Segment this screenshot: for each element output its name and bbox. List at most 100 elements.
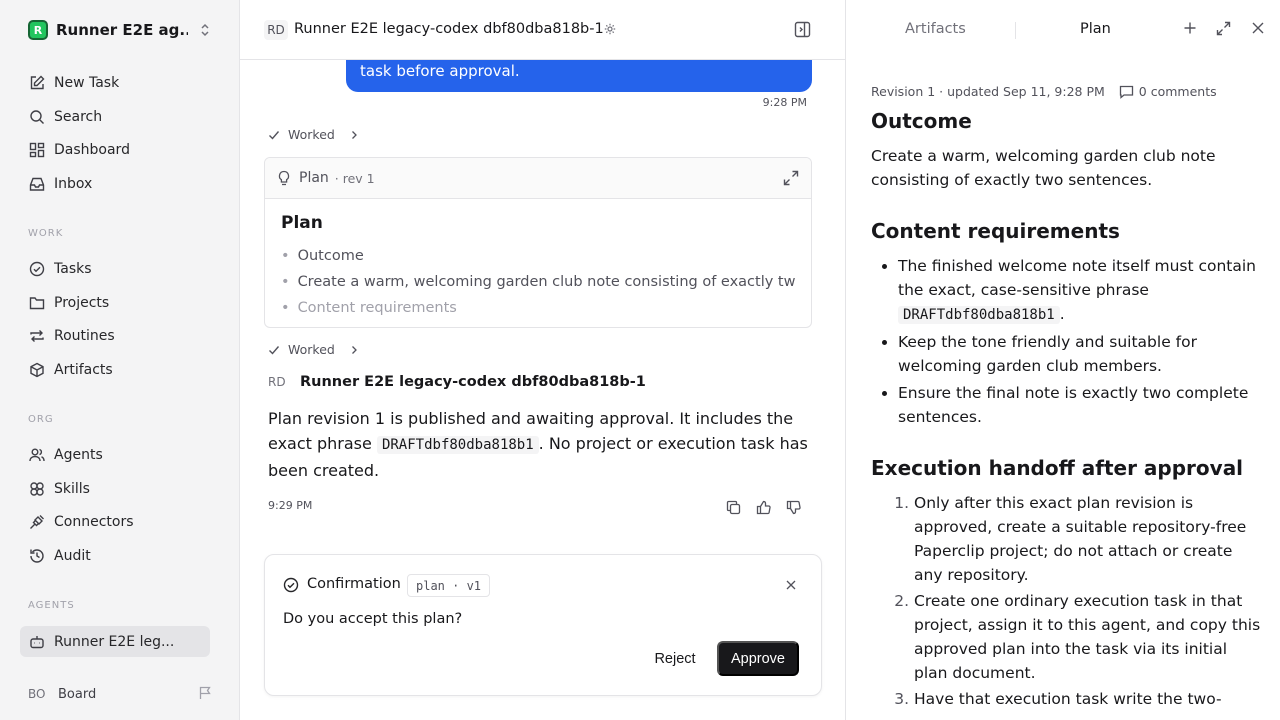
sidebar-item-label: Connectors — [54, 514, 134, 530]
sidebar-item-skills[interactable]: Skills — [20, 474, 210, 504]
board-label: Board — [58, 686, 97, 702]
reject-button[interactable]: Reject — [643, 641, 707, 676]
avatar: RD — [268, 375, 286, 389]
workspace-logo: R — [28, 20, 48, 40]
plan-card[interactable]: Plan · rev 1 Plan Outcome Create a warm,… — [264, 157, 812, 328]
sidebar-item-artifacts[interactable]: Artifacts — [20, 355, 210, 385]
expand-icon[interactable] — [783, 170, 799, 186]
paragraph-outcome: Create a warm, welcoming garden club not… — [871, 147, 1216, 189]
revision-text: Revision 1 · updated Sep 11, 9:28 PM — [871, 84, 1105, 99]
worked-toggle[interactable]: Worked — [268, 127, 359, 142]
inline-code: DRAFTdbf80dba818b1 — [898, 306, 1060, 324]
sidebar-item-label: Skills — [54, 481, 90, 497]
sidebar-item-agent-runner[interactable]: Runner E2E leg... — [20, 626, 210, 657]
comments-link[interactable]: 0 comments — [1119, 84, 1217, 99]
chevron-updown-icon — [198, 23, 212, 37]
message-timestamp: 9:28 PM — [762, 96, 807, 109]
list-item: Ensure the final note is exactly two com… — [898, 381, 1261, 429]
sidebar-item-routines[interactable]: Routines — [20, 321, 210, 351]
list-item: Outcome — [281, 243, 795, 269]
lightbulb-icon — [277, 170, 291, 186]
conversation-pane: task before approval. RD Runner E2E lega… — [240, 0, 846, 720]
board-switcher[interactable]: BO Board — [28, 683, 218, 705]
sidebar-item-label: Runner E2E leg... — [54, 633, 175, 650]
check-circle-icon — [28, 260, 46, 278]
plan-panel: Artifacts Plan Revision 1 · updated Sep … — [846, 0, 1280, 720]
close-icon[interactable] — [1251, 21, 1265, 35]
sidebar-item-label: Inbox — [54, 176, 93, 192]
list-item: Content requirements — [281, 295, 795, 321]
sidebar-item-agents[interactable]: Agents — [20, 440, 210, 470]
robot-icon — [28, 633, 46, 651]
execution-list: Only after this exact plan revision is a… — [871, 491, 1261, 711]
heading-execution-handoff: Execution handoff after approval — [871, 456, 1244, 480]
board-avatar: BO — [28, 687, 46, 701]
sidebar-item-audit[interactable]: Audit — [20, 541, 210, 571]
heading-outcome: Outcome — [871, 109, 972, 133]
sidebar-item-new-task[interactable]: New Task — [20, 68, 210, 98]
approve-button[interactable]: Approve — [717, 641, 799, 676]
sidebar-item-projects[interactable]: Projects — [20, 288, 210, 318]
thumbs-up-icon[interactable] — [756, 500, 771, 515]
avatar: RD — [264, 20, 288, 40]
gear-icon[interactable] — [604, 23, 616, 35]
inline-code: DRAFTdbf80dba818b1 — [376, 436, 539, 454]
flag-icon[interactable] — [198, 686, 212, 700]
sidebar-item-tasks[interactable]: Tasks — [20, 254, 210, 284]
list-item: The finished welcome note itself must co… — [898, 254, 1261, 327]
check-circle-icon — [283, 577, 299, 593]
plus-icon[interactable] — [1183, 21, 1197, 35]
inbox-icon — [28, 175, 46, 193]
tab-divider — [1015, 22, 1016, 39]
repeat-icon — [28, 327, 46, 345]
plan-document: Outcome Create a warm, welcoming garden … — [871, 108, 1261, 713]
confirmation-tag: plan · v1 — [407, 574, 491, 597]
maximize-icon[interactable] — [1216, 21, 1231, 36]
comment-icon — [1119, 85, 1134, 99]
dashboard-icon — [28, 141, 46, 159]
sidebar: R Runner E2E ag... New Task Search Dashb… — [0, 0, 240, 720]
toggle-panel-icon[interactable] — [794, 21, 811, 38]
confirmation-card: Confirmation plan · v1 Do you accept thi… — [264, 554, 822, 696]
revision-info: Revision 1 · updated Sep 11, 9:28 PM 0 c… — [871, 84, 1217, 99]
sidebar-item-label: New Task — [54, 75, 120, 91]
folder-icon — [28, 294, 46, 312]
search-icon — [28, 108, 46, 126]
chevron-right-icon — [349, 130, 359, 140]
tab-plan[interactable]: Plan — [1080, 21, 1111, 37]
content-requirements-list: The finished welcome note itself must co… — [871, 254, 1261, 429]
check-icon — [268, 344, 280, 356]
thumbs-down-icon[interactable] — [786, 500, 801, 515]
worked-toggle[interactable]: Worked — [268, 342, 359, 357]
history-icon — [28, 547, 46, 565]
copy-icon[interactable] — [726, 500, 741, 515]
chevron-right-icon — [349, 345, 359, 355]
plan-card-revision: · rev 1 — [334, 170, 375, 186]
heading-content-requirements: Content requirements — [871, 219, 1120, 243]
sidebar-item-dashboard[interactable]: Dashboard — [20, 135, 210, 165]
list-item: Create a warm, welcoming garden club not… — [281, 269, 795, 295]
plan-card-title: Plan — [281, 213, 323, 233]
sidebar-item-connectors[interactable]: Connectors — [20, 507, 210, 537]
cube-icon — [28, 361, 46, 379]
agent-name: Runner E2E legacy-codex dbf80dba818b-1 — [300, 374, 646, 390]
list-item: Keep the tone friendly and suitable for … — [898, 330, 1261, 378]
sidebar-item-inbox[interactable]: Inbox — [20, 169, 210, 199]
workspace-switcher[interactable]: R Runner E2E ag... — [28, 20, 218, 40]
sidebar-item-label: Routines — [54, 328, 115, 344]
agent-message: Plan revision 1 is published and awaitin… — [268, 406, 808, 483]
tab-artifacts[interactable]: Artifacts — [905, 21, 966, 37]
sidebar-item-label: Search — [54, 109, 103, 125]
page-title: Runner E2E legacy-codex dbf80dba818b-1 — [294, 21, 604, 37]
sidebar-item-label: Dashboard — [54, 142, 130, 158]
confirmation-title: Confirmation — [307, 576, 401, 592]
confirmation-question: Do you accept this plan? — [283, 611, 463, 627]
sidebar-item-search[interactable]: Search — [20, 102, 210, 132]
list-item: Only after this exact plan revision is a… — [914, 491, 1261, 587]
close-icon[interactable] — [785, 579, 797, 591]
worked-label: Worked — [288, 342, 335, 357]
panel-header: Artifacts Plan — [846, 0, 1280, 60]
sidebar-item-label: Audit — [54, 548, 91, 564]
section-label-org: ORG — [28, 414, 54, 425]
plan-card-label: Plan — [299, 170, 329, 186]
